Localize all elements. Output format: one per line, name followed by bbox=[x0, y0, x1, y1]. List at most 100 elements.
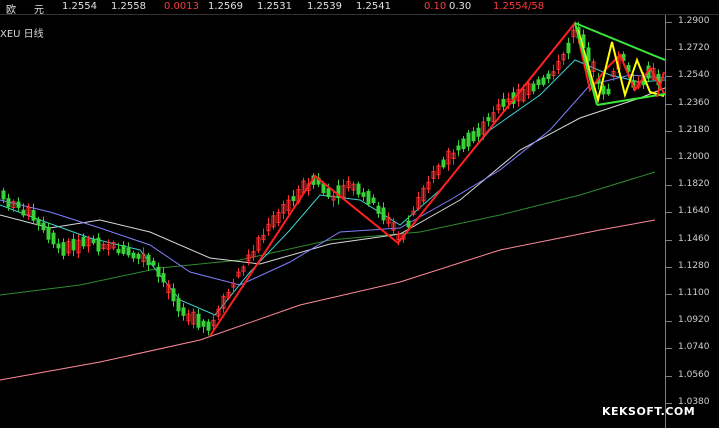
candle-body bbox=[456, 145, 461, 151]
price-tick-label: 1.0740 bbox=[678, 342, 710, 353]
price-tick-mark bbox=[666, 239, 672, 241]
quote-bar: 欧 元 1.2554 1.2558 0.0013 1.2569 1.2531 1… bbox=[0, 0, 719, 15]
price-tick-label: 1.1100 bbox=[678, 288, 710, 298]
candle-body bbox=[356, 183, 361, 195]
price-tick-mark bbox=[666, 294, 672, 295]
candle-body bbox=[51, 232, 56, 245]
candle-body bbox=[71, 238, 76, 251]
candle-body bbox=[291, 196, 296, 202]
quote-low: 1.2531 bbox=[257, 1, 292, 12]
candle-body bbox=[6, 198, 11, 208]
symbol-label: XEU 日线 bbox=[0, 29, 44, 40]
zigzag-line bbox=[209, 20, 665, 337]
candle-body bbox=[151, 260, 156, 266]
price-tick-mark bbox=[666, 185, 672, 187]
candle-body bbox=[371, 197, 376, 204]
price-tick-mark bbox=[666, 212, 672, 214]
candle-body bbox=[471, 131, 476, 142]
candle-body bbox=[126, 247, 131, 256]
price-axis: 1.2900 1.2720 1.2540 1.2360 1.2180 1.2000 1.18… bbox=[665, 15, 719, 428]
price-tick-label: 1.2900 bbox=[678, 16, 710, 26]
candle-body bbox=[201, 320, 206, 327]
quote-vol1: 0.10 bbox=[424, 1, 447, 12]
candle-body bbox=[121, 245, 126, 254]
candle-body bbox=[376, 205, 381, 214]
price-tick-mark bbox=[666, 158, 672, 159]
candle-body bbox=[171, 288, 176, 302]
candle-body bbox=[531, 83, 536, 92]
quote-unit: 元 bbox=[34, 5, 44, 15]
candle-body bbox=[486, 117, 491, 122]
quote-high: 1.2539 bbox=[307, 1, 342, 12]
candle-body bbox=[156, 266, 161, 277]
ma-cyan-line bbox=[0, 59, 665, 316]
candle-body bbox=[1, 190, 6, 200]
ma-purple-line bbox=[0, 74, 665, 286]
price-tick-label: 1.2000 bbox=[678, 152, 710, 162]
price-tick-label: 1.0920 bbox=[678, 315, 710, 326]
price-tick-mark bbox=[666, 103, 672, 105]
candle-body bbox=[61, 242, 66, 256]
price-tick-mark bbox=[666, 321, 672, 323]
price-tick-mark bbox=[666, 375, 672, 377]
candle-body bbox=[476, 127, 481, 137]
quote-change: 0.0013 bbox=[164, 1, 199, 12]
price-tick-label: 1.0560 bbox=[678, 369, 710, 380]
quote-ask: 1.2554/58 bbox=[493, 1, 545, 12]
price-tick-mark bbox=[666, 266, 672, 268]
price-tick-label: 1.2540 bbox=[678, 70, 710, 81]
candle-body bbox=[321, 183, 326, 194]
candle-body bbox=[381, 207, 386, 221]
candle-body bbox=[176, 298, 181, 312]
candle-body bbox=[546, 73, 551, 80]
candle-body bbox=[116, 248, 121, 254]
price-tick-mark bbox=[666, 130, 672, 132]
price-tick-label: 1.1640 bbox=[678, 206, 710, 217]
price-tick-label: 1.1460 bbox=[678, 233, 710, 244]
candle-body bbox=[181, 307, 186, 316]
candle-body bbox=[566, 42, 571, 54]
quote-last: 1.2554 bbox=[62, 1, 97, 12]
candle-body bbox=[541, 77, 546, 85]
candle-body bbox=[131, 252, 136, 259]
candle-body bbox=[56, 243, 61, 249]
candle-body bbox=[606, 88, 611, 95]
price-tick-mark bbox=[666, 49, 672, 51]
quote-prev: 1.2541 bbox=[356, 1, 391, 12]
candle-body bbox=[601, 85, 606, 95]
price-tick-label: 1.2720 bbox=[678, 43, 710, 54]
price-tick-mark bbox=[666, 348, 672, 350]
price-tick-mark bbox=[666, 22, 672, 23]
quote-vol2: 0.30 bbox=[449, 1, 472, 12]
price-chart[interactable] bbox=[0, 15, 665, 428]
candle-body bbox=[81, 236, 86, 247]
candle-body bbox=[36, 218, 41, 226]
quote-open: 1.2569 bbox=[208, 1, 243, 12]
candle-body bbox=[196, 313, 201, 328]
ma-white-line bbox=[0, 87, 665, 265]
price-tick-label: 1.1820 bbox=[678, 179, 710, 190]
candle-body bbox=[46, 226, 51, 240]
candle-body bbox=[536, 79, 541, 86]
candle-body bbox=[461, 138, 466, 150]
candle-body bbox=[366, 191, 371, 205]
quote-name: 欧 bbox=[6, 5, 16, 15]
candle-body bbox=[406, 220, 411, 228]
price-tick-label: 1.2180 bbox=[678, 124, 710, 135]
candle-body bbox=[586, 47, 591, 62]
price-tick-mark bbox=[666, 402, 672, 404]
candle-body bbox=[91, 239, 96, 244]
candle-body bbox=[326, 188, 331, 198]
triangle-lower-line bbox=[596, 93, 665, 106]
candle-body bbox=[16, 201, 21, 208]
price-tick-label: 1.2360 bbox=[678, 97, 710, 108]
candle-body bbox=[361, 192, 366, 197]
candle-body bbox=[206, 321, 211, 331]
quote-bid: 1.2558 bbox=[111, 1, 146, 12]
candle-body bbox=[136, 253, 141, 259]
candle-body bbox=[501, 98, 506, 107]
price-tick-label: 1.1280 bbox=[678, 260, 710, 271]
candle-body bbox=[21, 209, 26, 216]
price-chart-svg[interactable] bbox=[0, 15, 665, 428]
candle-body bbox=[31, 209, 36, 221]
